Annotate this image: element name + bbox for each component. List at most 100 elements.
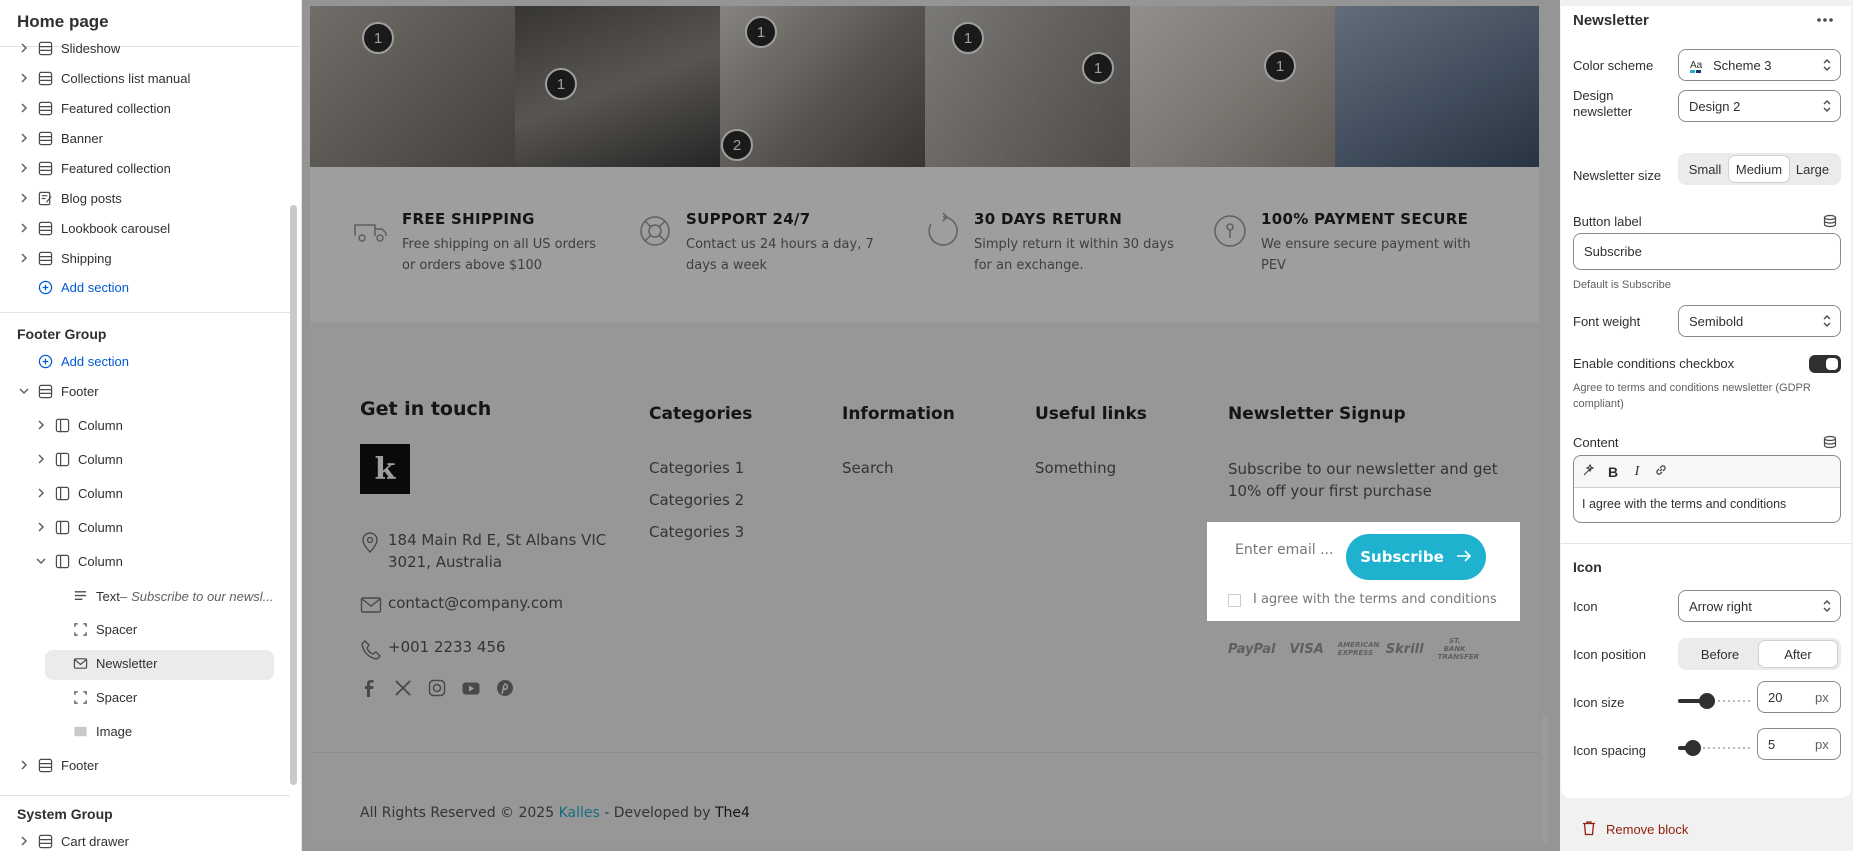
tree-item-label: Cart drawer [61, 833, 129, 849]
icon-size-slider[interactable] [1678, 690, 1750, 712]
tree-item-section[interactable]: Collections list manual [17, 63, 190, 93]
content-text[interactable]: I agree with the terms and conditions [1582, 497, 1786, 511]
footer-email[interactable]: contact@company.com [388, 594, 563, 612]
tree-item-column[interactable]: Column [34, 546, 123, 576]
chevron-down-icon[interactable] [17, 387, 31, 395]
x-icon[interactable] [394, 678, 412, 701]
rich-text-editor[interactable]: B I I agree with the terms and condition… [1573, 455, 1841, 523]
chevron-right-icon[interactable] [17, 103, 31, 113]
subscribe-button[interactable]: Subscribe [1346, 534, 1486, 580]
add-section-button[interactable]: Add section [17, 272, 129, 302]
brand-logo[interactable]: k [360, 444, 410, 494]
newsletter-block-preview[interactable]: Enter email ... Subscribe I agree with t… [1207, 522, 1520, 621]
sidebar-scrollbar[interactable] [290, 205, 297, 785]
chevron-right-icon[interactable] [17, 760, 31, 770]
tree-item-section[interactable]: Banner [17, 123, 103, 153]
tree-item-block[interactable]: Newsletter [52, 648, 157, 678]
tree-item-section[interactable]: Lookbook carousel [17, 213, 170, 243]
chevron-right-icon[interactable] [17, 133, 31, 143]
chevron-right-icon[interactable] [17, 193, 31, 203]
tree-item-block[interactable]: Spacer [52, 682, 137, 712]
lookbook-hotspot[interactable]: 1 [1264, 50, 1296, 82]
link-icon[interactable] [1654, 463, 1668, 480]
text-icon [72, 588, 88, 604]
lookbook-hotspot[interactable]: 1 [545, 68, 577, 100]
chevron-right-icon[interactable] [17, 253, 31, 263]
footer-link-something[interactable]: Something [1035, 459, 1116, 477]
icon-size-input[interactable]: 20 [1757, 681, 1817, 713]
color-scheme-select[interactable]: Aa Scheme 3 [1678, 49, 1841, 81]
preview-scrollbar[interactable] [1542, 715, 1548, 843]
lookbook-hotspot[interactable]: 1 [1082, 52, 1114, 84]
segment-option[interactable]: Before [1681, 641, 1759, 667]
lookbook-hotspot[interactable]: 1 [362, 22, 394, 54]
tree-item-section[interactable]: Shipping [17, 243, 112, 273]
tree-item-block[interactable]: Text – Subscribe to our newsl... [52, 581, 273, 611]
brand-link[interactable]: Kalles [559, 805, 600, 821]
chevron-right-icon[interactable] [17, 73, 31, 83]
select-arrows-icon [1823, 600, 1831, 612]
chevron-right-icon[interactable] [17, 836, 31, 846]
segment-option[interactable]: Medium [1729, 156, 1789, 182]
footer-link-search[interactable]: Search [842, 459, 894, 477]
developer-link[interactable]: The4 [715, 805, 750, 821]
icon-spacing-slider[interactable] [1678, 737, 1750, 759]
chevron-right-icon[interactable] [34, 488, 48, 498]
tree-item-section[interactable]: Blog posts [17, 183, 122, 213]
tree-item-column[interactable]: Column [34, 410, 123, 440]
segment-option[interactable]: Large [1789, 156, 1836, 182]
tree-item-column[interactable]: Column [34, 478, 123, 508]
tree-item-column[interactable]: Column [34, 444, 123, 474]
tree-item-block[interactable]: Spacer [52, 614, 137, 644]
pinterest-icon[interactable] [496, 678, 514, 701]
chevron-down-icon[interactable] [34, 557, 48, 565]
italic-icon[interactable]: I [1630, 464, 1644, 480]
tree-item-section[interactable]: Featured collection [17, 153, 171, 183]
dynamic-source-icon[interactable] [1823, 435, 1837, 449]
column-icon [54, 417, 70, 433]
tree-item-section[interactable]: Slideshow [17, 33, 120, 63]
design-newsletter-select[interactable]: Design 2 [1678, 90, 1841, 122]
lookbook-hotspot[interactable]: 2 [721, 129, 753, 161]
footer-add-section-button[interactable]: Add section [17, 346, 129, 376]
chevron-right-icon[interactable] [17, 163, 31, 173]
tree-item-footer[interactable]: Footer [17, 750, 99, 780]
chevron-right-icon[interactable] [34, 522, 48, 532]
segment-option[interactable]: Small [1681, 156, 1729, 182]
dynamic-source-icon[interactable] [1823, 214, 1837, 228]
remove-block-button[interactable]: Remove block [1582, 820, 1688, 839]
slider-thumb[interactable] [1699, 693, 1715, 709]
button-label-input[interactable]: Subscribe [1573, 233, 1841, 270]
font-weight-select[interactable]: Semibold [1678, 305, 1841, 337]
slider-thumb[interactable] [1685, 740, 1701, 756]
more-options-icon[interactable] [1813, 10, 1837, 30]
icon-select[interactable]: Arrow right [1678, 590, 1841, 622]
chevron-right-icon[interactable] [34, 454, 48, 464]
footer-link-category[interactable]: Categories 3 [649, 523, 744, 541]
lookbook-hotspot[interactable]: 1 [952, 22, 984, 54]
tree-item-section[interactable]: Featured collection [17, 93, 171, 123]
instagram-icon[interactable] [428, 678, 446, 701]
tree-item-block[interactable]: Image [52, 716, 132, 746]
icon-position-segmented[interactable]: Before After [1678, 638, 1841, 670]
tree-item-cart-drawer[interactable]: Cart drawer [17, 826, 129, 851]
chevron-right-icon[interactable] [34, 420, 48, 430]
tree-item-footer[interactable]: Footer [17, 376, 99, 406]
conditions-toggle[interactable] [1809, 355, 1841, 373]
newsletter-size-segmented[interactable]: Small Medium Large [1678, 153, 1841, 185]
chevron-right-icon[interactable] [17, 223, 31, 233]
youtube-icon[interactable] [462, 678, 480, 701]
lookbook-hotspot[interactable]: 1 [745, 16, 777, 48]
agree-checkbox[interactable] [1228, 594, 1241, 607]
icon-spacing-input[interactable]: 5 [1757, 728, 1817, 760]
tree-item-column[interactable]: Column [34, 512, 123, 542]
facebook-icon[interactable] [360, 678, 378, 701]
bold-icon[interactable]: B [1606, 464, 1620, 480]
newsletter-email-input[interactable]: Enter email ... [1235, 542, 1333, 558]
feature-text: Contact us 24 hours a day, 7 days a week [686, 237, 874, 273]
footer-link-category[interactable]: Categories 1 [649, 459, 744, 477]
ai-magic-icon[interactable] [1582, 463, 1596, 480]
footer-link-category[interactable]: Categories 2 [649, 491, 744, 509]
segment-option[interactable]: After [1759, 641, 1837, 667]
chevron-right-icon[interactable] [17, 43, 31, 53]
